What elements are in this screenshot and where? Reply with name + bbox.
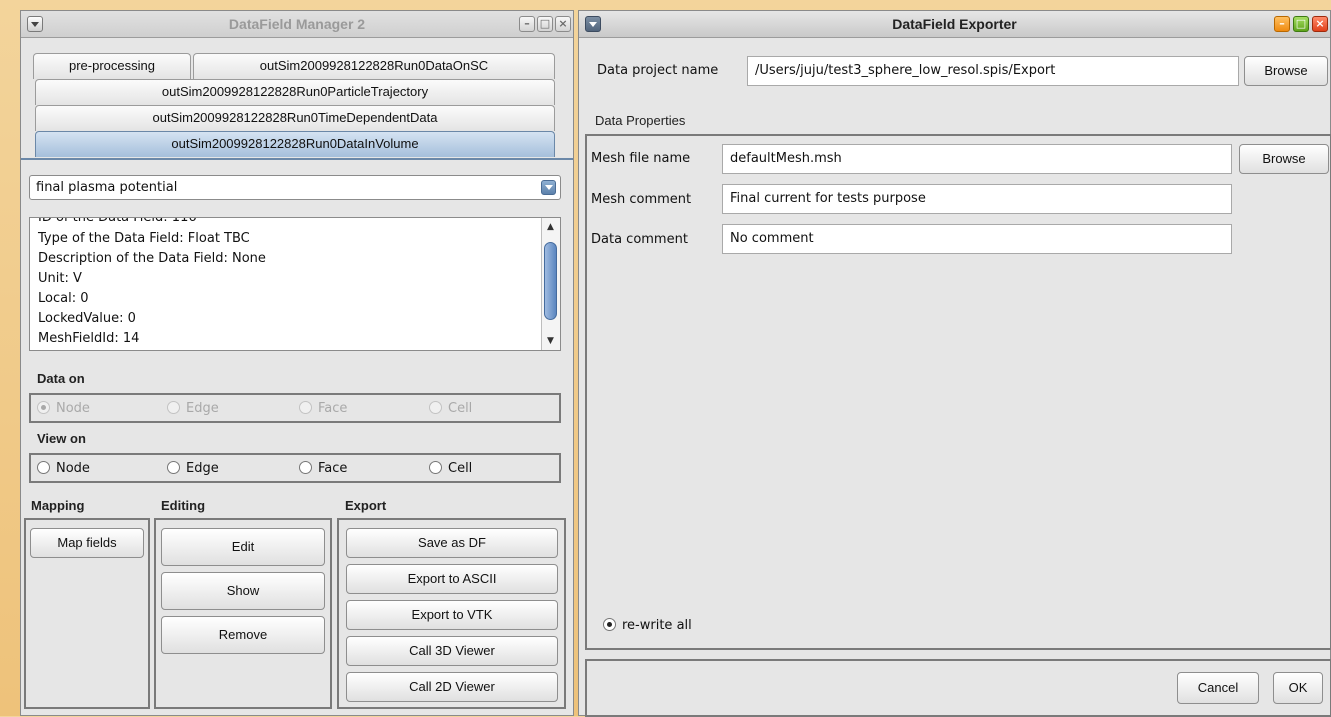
minimize-icon[interactable]: – xyxy=(1274,16,1290,32)
manager-title: DataField Manager 2 xyxy=(228,16,366,32)
tab-particle-trajectory[interactable]: outSim2009928122828Run0ParticleTrajector… xyxy=(35,79,555,105)
exporter-title: DataField Exporter xyxy=(892,16,1017,32)
minimize-icon[interactable]: – xyxy=(519,16,535,32)
info-line: Description of the Data Field: None xyxy=(38,251,266,266)
call-2d-viewer-button[interactable]: Call 2D Viewer xyxy=(346,672,558,702)
view-on-edge-radio[interactable]: Edge xyxy=(167,461,219,476)
scroll-down-icon[interactable]: ▼ xyxy=(542,334,559,348)
info-line: Unit: V xyxy=(38,271,82,286)
data-comment-label: Data comment xyxy=(591,232,688,247)
tab-data-in-volume[interactable]: outSim2009928122828Run0DataInVolume xyxy=(35,131,555,157)
tab-time-dependent-data[interactable]: outSim2009928122828Run0TimeDependentData xyxy=(35,105,555,131)
cancel-button[interactable]: Cancel xyxy=(1177,672,1259,704)
manager-titlebar[interactable]: DataField Manager 2 – □ × xyxy=(21,11,573,38)
save-as-df-button[interactable]: Save as DF xyxy=(346,528,558,558)
info-line: Type of the Data Field: Float TBC xyxy=(38,231,250,246)
radio-dot xyxy=(429,461,442,474)
info-line: MeshFieldId: 14 xyxy=(38,331,140,346)
radio-dot xyxy=(167,401,180,414)
radio-dot xyxy=(603,618,616,631)
radio-dot xyxy=(429,401,442,414)
chevron-down-icon[interactable] xyxy=(541,180,556,195)
maximize-icon[interactable]: □ xyxy=(537,16,553,32)
call-3d-viewer-button[interactable]: Call 3D Viewer xyxy=(346,636,558,666)
view-on-group: Node Edge Face Cell xyxy=(29,453,561,483)
radio-dot xyxy=(167,461,180,474)
data-on-node-radio[interactable]: Node xyxy=(37,401,90,416)
data-field-select[interactable]: final plasma potential xyxy=(29,175,561,200)
close-icon[interactable]: × xyxy=(555,16,571,32)
data-on-cell-radio[interactable]: Cell xyxy=(429,401,472,416)
data-on-group: Node Edge Face Cell xyxy=(29,393,561,423)
scroll-up-icon[interactable]: ▲ xyxy=(542,220,559,234)
scrollbar-thumb[interactable] xyxy=(544,242,557,320)
data-on-edge-radio[interactable]: Edge xyxy=(167,401,219,416)
info-line: LockedValue: 0 xyxy=(38,311,136,326)
rewrite-all-radio[interactable]: re-write all xyxy=(603,618,692,633)
mesh-file-field[interactable]: defaultMesh.msh xyxy=(722,144,1232,174)
mapping-group: Map fields xyxy=(24,518,150,709)
data-properties-label: Data Properties xyxy=(595,113,686,128)
export-vtk-button[interactable]: Export to VTK xyxy=(346,600,558,630)
data-on-label: Data on xyxy=(37,371,85,386)
mesh-comment-label: Mesh comment xyxy=(591,192,692,207)
exporter-button-bar: Cancel OK xyxy=(585,659,1331,717)
editing-group: Edit Show Remove xyxy=(154,518,332,709)
info-scrollbar[interactable]: ▲ ▼ xyxy=(541,218,560,350)
info-line: Local: 0 xyxy=(38,291,89,306)
datafield-manager-window: DataField Manager 2 – □ × pre-processing… xyxy=(20,10,574,716)
datafield-exporter-window: DataField Exporter – □ × Data project na… xyxy=(578,10,1331,717)
data-properties-panel: Mesh file name defaultMesh.msh Browse Me… xyxy=(585,134,1331,650)
view-on-label: View on xyxy=(37,431,86,446)
project-browse-button[interactable]: Browse xyxy=(1244,56,1328,86)
export-group: Save as DF Export to ASCII Export to VTK… xyxy=(337,518,566,709)
maximize-icon[interactable]: □ xyxy=(1293,16,1309,32)
mesh-comment-field[interactable]: Final current for tests purpose xyxy=(722,184,1232,214)
show-button[interactable]: Show xyxy=(161,572,325,610)
mesh-file-label: Mesh file name xyxy=(591,151,691,166)
export-ascii-button[interactable]: Export to ASCII xyxy=(346,564,558,594)
mapping-label: Mapping xyxy=(31,498,85,513)
ok-button[interactable]: OK xyxy=(1273,672,1323,704)
view-on-face-radio[interactable]: Face xyxy=(299,461,347,476)
radio-dot xyxy=(299,401,312,414)
close-icon[interactable]: × xyxy=(1312,16,1328,32)
map-fields-button[interactable]: Map fields xyxy=(30,528,144,558)
data-field-select-value: final plasma potential xyxy=(36,180,178,195)
info-line: ID of the Data Field: 116 xyxy=(38,217,197,225)
mesh-browse-button[interactable]: Browse xyxy=(1239,144,1329,174)
export-label: Export xyxy=(345,498,387,513)
data-on-face-radio[interactable]: Face xyxy=(299,401,347,416)
tab-data-on-sc[interactable]: outSim2009928122828Run0DataOnSC xyxy=(193,53,555,79)
view-on-node-radio[interactable]: Node xyxy=(37,461,90,476)
data-field-info[interactable]: ID of the Data Field: 116 Type of the Da… xyxy=(29,217,561,351)
radio-dot xyxy=(299,461,312,474)
project-name-label: Data project name xyxy=(597,63,719,78)
exporter-titlebar[interactable]: DataField Exporter – □ × xyxy=(579,11,1330,38)
tab-divider xyxy=(21,158,573,160)
view-on-cell-radio[interactable]: Cell xyxy=(429,461,472,476)
radio-dot xyxy=(37,461,50,474)
data-comment-field[interactable]: No comment xyxy=(722,224,1232,254)
tab-pre-processing[interactable]: pre-processing xyxy=(33,53,191,79)
project-name-field[interactable]: /Users/juju/test3_sphere_low_resol.spis/… xyxy=(747,56,1239,86)
remove-button[interactable]: Remove xyxy=(161,616,325,654)
radio-dot xyxy=(37,401,50,414)
editing-label: Editing xyxy=(161,498,206,513)
edit-button[interactable]: Edit xyxy=(161,528,325,566)
